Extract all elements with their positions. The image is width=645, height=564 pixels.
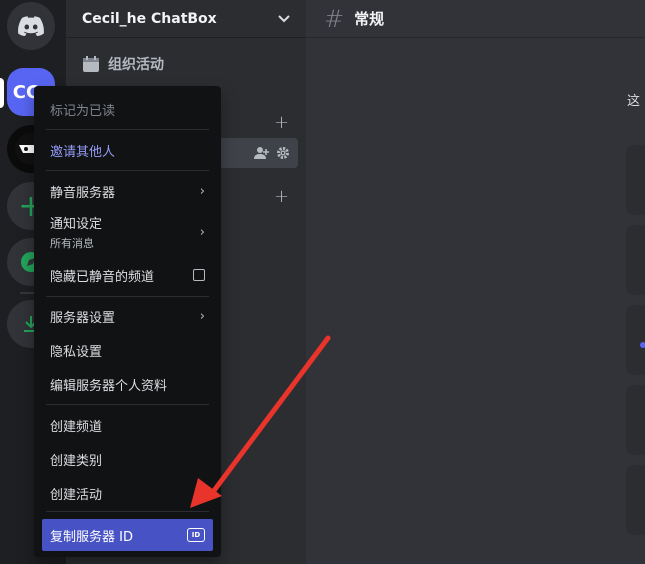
menu-create-channel[interactable]: 创建频道 [42,414,213,436]
create-channel-plus-icon[interactable]: + [274,112,289,133]
menu-create-category[interactable]: 创建类别 [42,448,213,470]
create-channel-plus-icon-2[interactable]: + [274,186,289,207]
menu-create-event[interactable]: 创建活动 [42,482,213,504]
hash-icon: # [324,4,345,33]
menu-divider [46,296,209,297]
menu-invite-label: 邀请其他人 [50,144,116,160]
menu-mute-label: 静音服务器 [50,185,116,201]
events-button[interactable]: 组织活动 [82,54,164,74]
chevron-right-icon: › [199,183,205,199]
menu-create-category-label: 创建类别 [50,453,103,469]
onboarding-card-2[interactable] [626,225,645,295]
menu-mute-server[interactable]: 静音服务器 › [42,180,213,202]
menu-hide-muted-channels[interactable]: 隐藏已静音的频道 [42,264,213,286]
onboarding-card-5[interactable] [626,465,645,535]
server-name: Cecil_he ChatBox [82,10,217,27]
menu-copy-id-label: 复制服务器 ID [50,529,133,545]
menu-notification-text: 通知设定 所有消息 [50,213,102,251]
active-channel-row[interactable] [218,138,298,168]
menu-server-settings-label: 服务器设置 [50,310,116,326]
menu-mark-as-read[interactable]: 标记为已读 [42,98,213,120]
server-header[interactable]: Cecil_he ChatBox [66,0,306,38]
channel-title: 常规 [354,10,385,28]
gear-icon[interactable] [276,146,290,160]
menu-notification-settings[interactable]: 通知设定 所有消息 › [42,214,213,250]
onboarding-card-3[interactable] [626,305,645,375]
events-label: 组织活动 [108,57,164,73]
menu-divider [46,511,209,512]
onboarding-card-4[interactable] [626,385,645,455]
menu-edit-server-profile[interactable]: 编辑服务器个人资料 [42,373,213,395]
menu-mark-as-read-label: 标记为已读 [50,103,116,119]
menu-notification-sublabel: 所有消息 [50,237,94,250]
menu-server-settings[interactable]: 服务器设置 › [42,305,213,327]
menu-divider [46,170,209,171]
menu-divider [46,129,209,130]
chevron-right-icon: › [199,224,205,240]
home-button[interactable] [7,2,55,50]
channel-header: # 常规 [306,0,645,38]
id-badge-icon: ID [187,528,205,542]
discord-logo-icon [18,16,44,36]
menu-divider [46,404,209,405]
hide-muted-checkbox[interactable] [193,269,205,281]
menu-invite-people[interactable]: 邀请其他人 [42,139,213,161]
welcome-text-fragment: 这 [627,94,641,109]
server-context-menu: 标记为已读 邀请其他人 静音服务器 › 通知设定 所有消息 › 隐藏已静音的频道… [34,86,221,557]
menu-create-channel-label: 创建频道 [50,419,103,435]
menu-notification-label: 通知设定 [50,217,103,232]
selected-server-indicator [0,78,4,108]
menu-edit-profile-label: 编辑服务器个人资料 [50,378,168,394]
menu-copy-server-id[interactable]: 复制服务器 ID ID [42,519,213,551]
chevron-right-icon: › [199,308,205,324]
chevron-down-icon [278,14,290,22]
card-status-dot [640,342,645,348]
calendar-icon [83,56,99,72]
menu-privacy-label: 隐私设置 [50,344,103,360]
menu-hide-muted-label: 隐藏已静音的频道 [50,269,155,285]
onboarding-card-1[interactable] [626,145,645,215]
add-member-icon[interactable] [254,146,270,160]
menu-create-event-label: 创建活动 [50,487,103,503]
menu-privacy-settings[interactable]: 隐私设置 [42,339,213,361]
